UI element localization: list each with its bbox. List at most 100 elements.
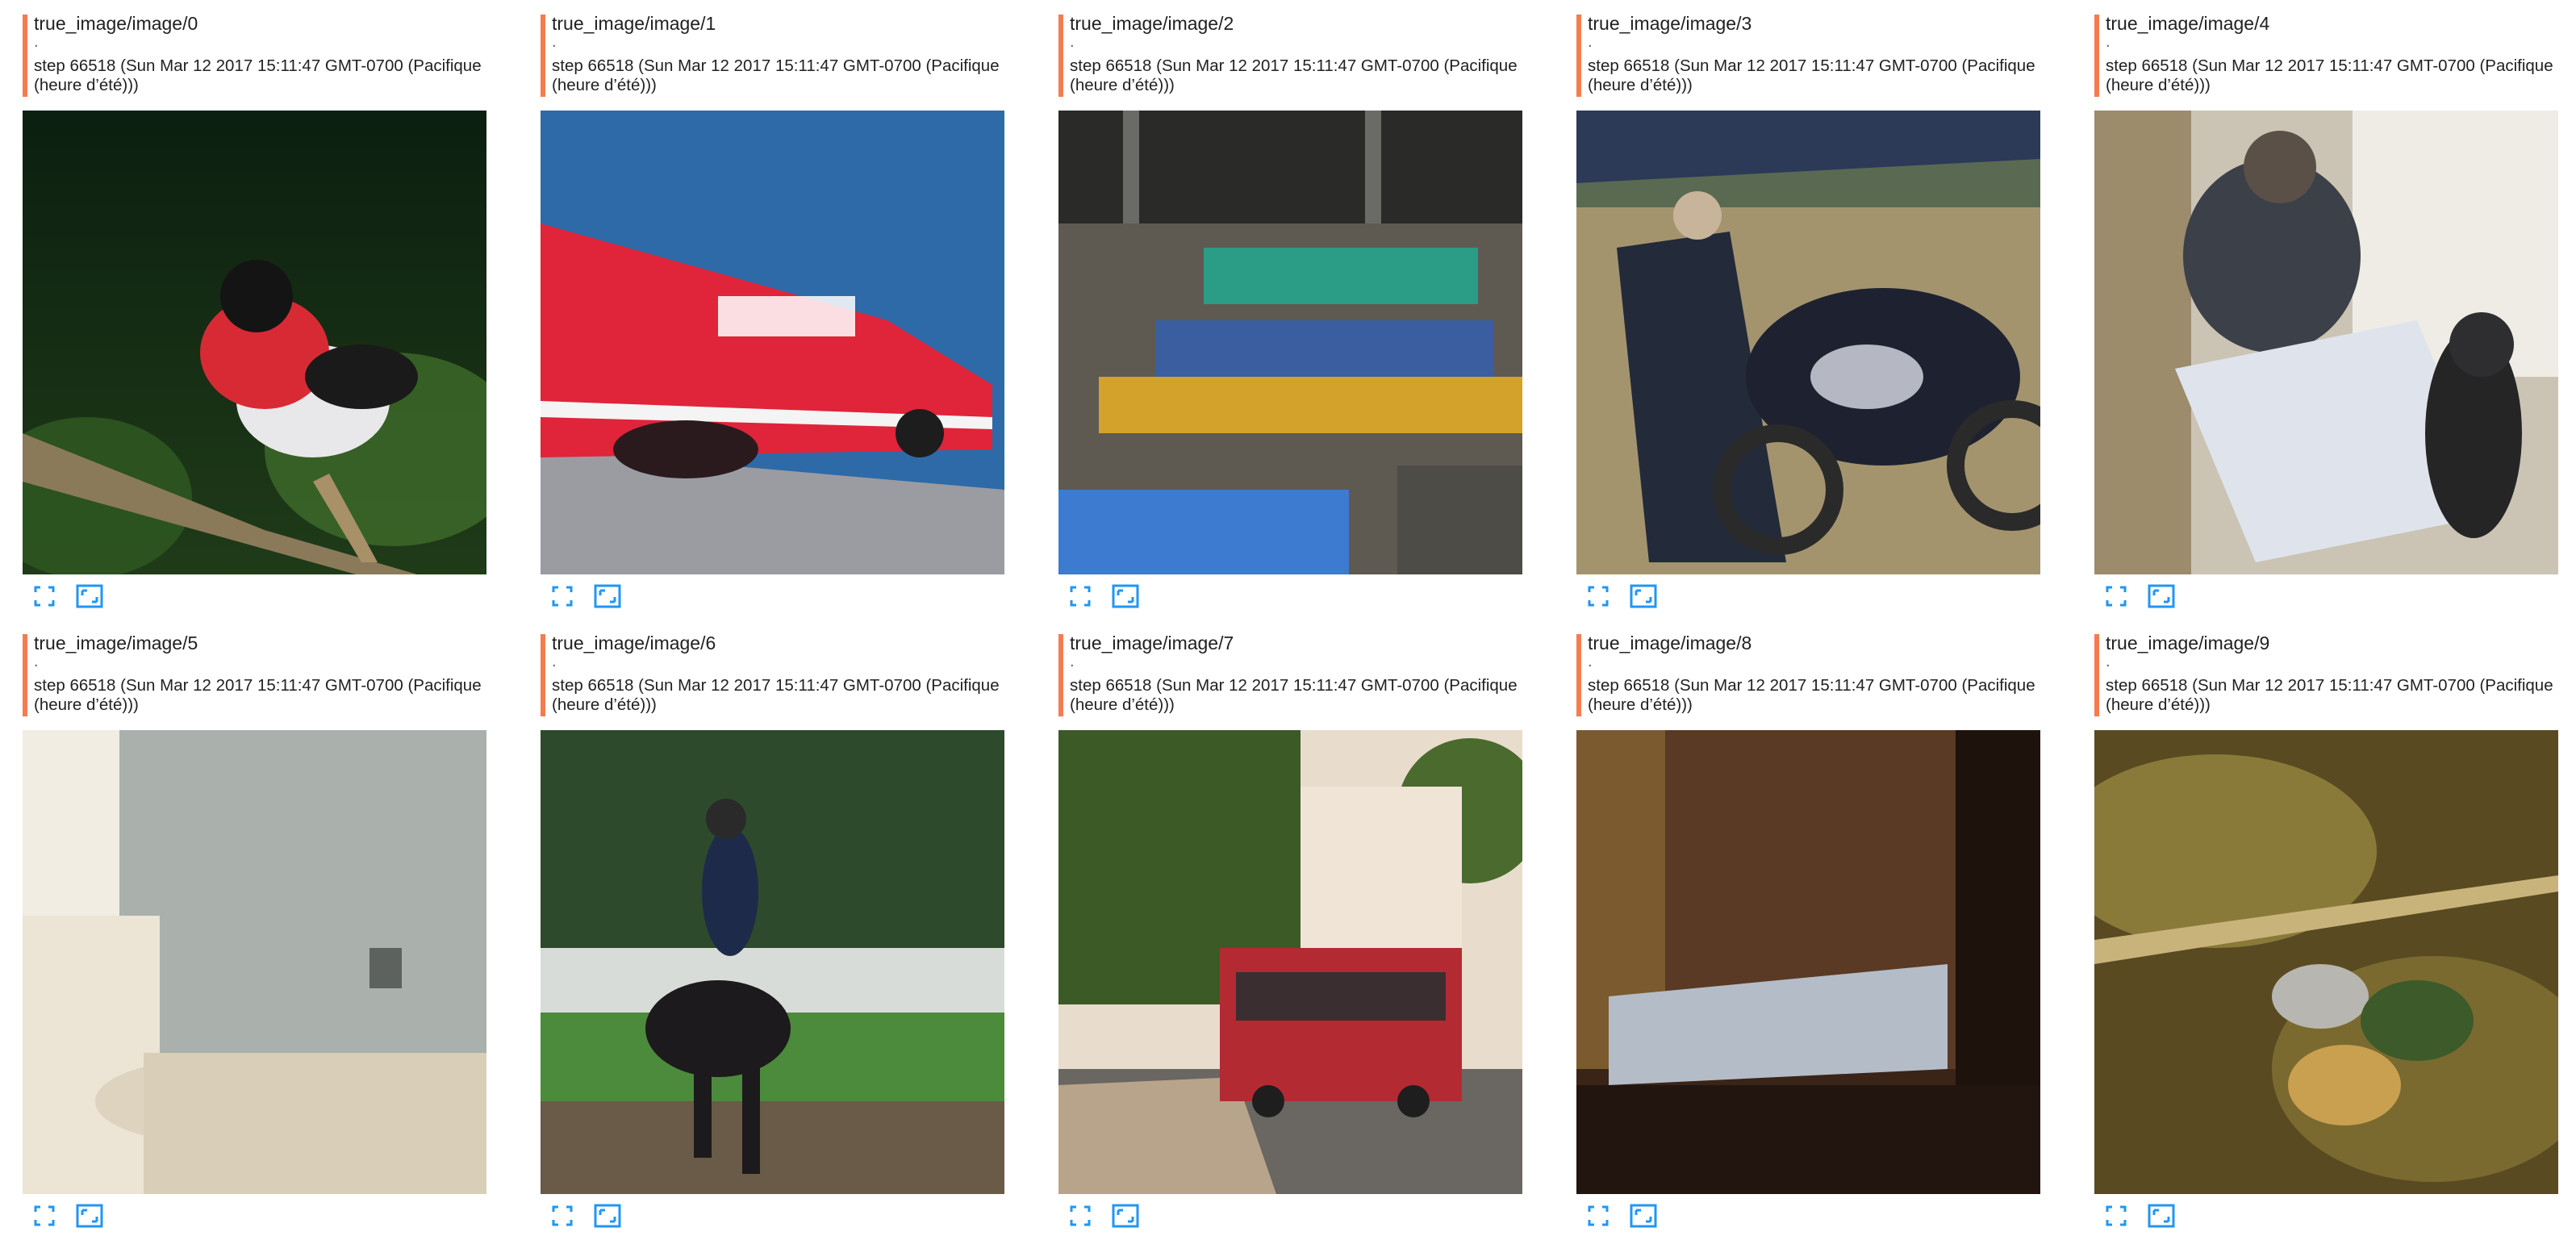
- fullscreen-icon[interactable]: [1584, 583, 1612, 610]
- step-timestamp: step 66518 (Sun Mar 12 2017 15:11:47 GMT…: [1588, 56, 2035, 94]
- accent-bar: [23, 634, 27, 716]
- image-thumbnail-horse-rider[interactable]: [541, 730, 1004, 1194]
- accent-bar: [2094, 634, 2099, 716]
- card-header: true_image/image/4 . step 66518 (Sun Mar…: [2094, 0, 2558, 97]
- actual-size-icon[interactable]: [76, 583, 103, 610]
- card-header: true_image/image/8 . step 66518 (Sun Mar…: [1576, 620, 2040, 716]
- image-thumbnail-motorcycle[interactable]: [1576, 111, 2040, 574]
- image-thumbnail-bathroom[interactable]: [23, 730, 486, 1194]
- image-card: true_image/image/4 . step 66518 (Sun Mar…: [2094, 0, 2558, 613]
- card-header: true_image/image/3 . step 66518 (Sun Mar…: [1576, 0, 2040, 97]
- image-thumbnail-bird[interactable]: [23, 111, 486, 574]
- sample-label: .: [552, 653, 557, 670]
- image-card: true_image/image/5 . step 66518 (Sun Mar…: [23, 620, 486, 1233]
- accent-bar: [1058, 634, 1063, 716]
- sample-label: .: [34, 653, 39, 670]
- image-card: true_image/image/2 . step 66518 (Sun Mar…: [1058, 0, 1522, 613]
- accent-bar: [541, 634, 545, 716]
- step-timestamp: step 66518 (Sun Mar 12 2017 15:11:47 GMT…: [34, 56, 482, 94]
- accent-bar: [1576, 634, 1581, 716]
- image-card: true_image/image/9 . step 66518 (Sun Mar…: [2094, 620, 2558, 1233]
- sample-label: .: [1588, 33, 1593, 51]
- image-card: true_image/image/8 . step 66518 (Sun Mar…: [1576, 620, 2040, 1233]
- accent-bar: [1576, 15, 1581, 97]
- actual-size-icon[interactable]: [1630, 583, 1657, 610]
- image-controls: [1576, 1202, 1738, 1230]
- sample-label: .: [1588, 653, 1593, 670]
- image-controls: [541, 583, 702, 610]
- actual-size-icon[interactable]: [594, 1202, 621, 1230]
- image-thumbnail-red-bus[interactable]: [1058, 730, 1522, 1194]
- card-header: true_image/image/2 . step 66518 (Sun Mar…: [1058, 0, 1522, 97]
- step-timestamp: step 66518 (Sun Mar 12 2017 15:11:47 GMT…: [1070, 676, 1518, 714]
- step-timestamp: step 66518 (Sun Mar 12 2017 15:11:47 GMT…: [552, 56, 1000, 94]
- image-card: true_image/image/0 . step 66518 (Sun Mar…: [23, 0, 486, 613]
- step-timestamp: step 66518 (Sun Mar 12 2017 15:11:47 GMT…: [2106, 56, 2553, 94]
- sample-label: .: [1070, 653, 1075, 670]
- sample-label: .: [2106, 33, 2110, 51]
- image-controls: [23, 583, 184, 610]
- actual-size-icon[interactable]: [1630, 1202, 1657, 1230]
- image-card: true_image/image/1 . step 66518 (Sun Mar…: [541, 0, 1004, 613]
- accent-bar: [541, 15, 545, 97]
- fullscreen-icon[interactable]: [549, 1202, 576, 1230]
- card-header: true_image/image/5 . step 66518 (Sun Mar…: [23, 620, 486, 716]
- image-tag: true_image/image/7: [1070, 633, 1234, 653]
- image-thumbnail-airplane[interactable]: [541, 111, 1004, 574]
- image-controls: [2094, 583, 2256, 610]
- actual-size-icon[interactable]: [2148, 583, 2175, 610]
- image-tag: true_image/image/3: [1588, 13, 1752, 34]
- image-controls: [1058, 583, 1220, 610]
- image-controls: [23, 1202, 184, 1230]
- card-header: true_image/image/1 . step 66518 (Sun Mar…: [541, 0, 1004, 97]
- image-card: true_image/image/6 . step 66518 (Sun Mar…: [541, 620, 1004, 1233]
- image-tag: true_image/image/0: [34, 13, 198, 34]
- actual-size-icon[interactable]: [1112, 1202, 1139, 1230]
- accent-bar: [23, 15, 27, 97]
- sample-label: .: [1070, 33, 1075, 51]
- image-controls: [541, 1202, 702, 1230]
- card-header: true_image/image/9 . step 66518 (Sun Mar…: [2094, 620, 2558, 716]
- fullscreen-icon[interactable]: [1067, 583, 1094, 610]
- sample-label: .: [34, 33, 39, 51]
- fullscreen-icon[interactable]: [1067, 1202, 1094, 1230]
- fullscreen-icon[interactable]: [2102, 1202, 2130, 1230]
- fullscreen-icon[interactable]: [2102, 583, 2130, 610]
- image-card: true_image/image/7 . step 66518 (Sun Mar…: [1058, 620, 1522, 1233]
- accent-bar: [2094, 15, 2099, 97]
- image-controls: [2094, 1202, 2256, 1230]
- image-tag: true_image/image/5: [34, 633, 198, 653]
- fullscreen-icon[interactable]: [1584, 1202, 1612, 1230]
- actual-size-icon[interactable]: [2148, 1202, 2175, 1230]
- image-thumbnail-dog-and-person[interactable]: [2094, 111, 2558, 574]
- image-tag: true_image/image/9: [2106, 633, 2270, 653]
- card-header: true_image/image/7 . step 66518 (Sun Mar…: [1058, 620, 1522, 716]
- step-timestamp: step 66518 (Sun Mar 12 2017 15:11:47 GMT…: [2106, 676, 2553, 714]
- image-thumbnail-bed[interactable]: [1576, 730, 2040, 1194]
- image-tag: true_image/image/2: [1070, 13, 1234, 34]
- step-timestamp: step 66518 (Sun Mar 12 2017 15:11:47 GMT…: [34, 676, 482, 714]
- step-timestamp: step 66518 (Sun Mar 12 2017 15:11:47 GMT…: [1588, 676, 2035, 714]
- fullscreen-icon[interactable]: [31, 583, 58, 610]
- image-card: true_image/image/3 . step 66518 (Sun Mar…: [1576, 0, 2040, 613]
- image-controls: [1576, 583, 1738, 610]
- image-tag: true_image/image/1: [552, 13, 716, 34]
- image-controls: [1058, 1202, 1220, 1230]
- actual-size-icon[interactable]: [1112, 583, 1139, 610]
- actual-size-icon[interactable]: [594, 583, 621, 610]
- sample-label: .: [552, 33, 557, 51]
- card-header: true_image/image/6 . step 66518 (Sun Mar…: [541, 620, 1004, 716]
- card-header: true_image/image/0 . step 66518 (Sun Mar…: [23, 0, 486, 97]
- image-tag: true_image/image/6: [552, 633, 716, 653]
- actual-size-icon[interactable]: [76, 1202, 103, 1230]
- accent-bar: [1058, 15, 1063, 97]
- step-timestamp: step 66518 (Sun Mar 12 2017 15:11:47 GMT…: [1070, 56, 1518, 94]
- image-thumbnail-bird-branch[interactable]: [2094, 730, 2558, 1194]
- fullscreen-icon[interactable]: [549, 583, 576, 610]
- fullscreen-icon[interactable]: [31, 1202, 58, 1230]
- sample-label: .: [2106, 653, 2110, 670]
- step-timestamp: step 66518 (Sun Mar 12 2017 15:11:47 GMT…: [552, 676, 1000, 714]
- image-tag: true_image/image/4: [2106, 13, 2270, 34]
- image-thumbnail-boats[interactable]: [1058, 111, 1522, 574]
- image-tag: true_image/image/8: [1588, 633, 1752, 653]
